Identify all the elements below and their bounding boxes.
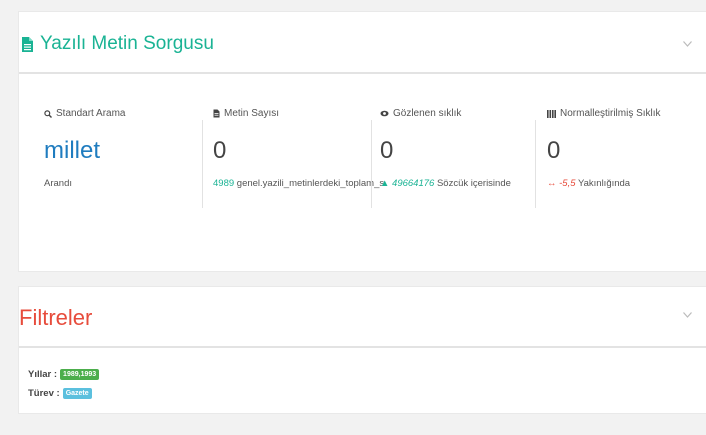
stat-observed-frequency: Gözlenen sıklık 0 ▲ 49664176 Sözcük içer…: [380, 108, 511, 208]
divider: [371, 120, 372, 208]
stat-foot: 4989 genel.yazili_metinlerdeki_toplam_s: [213, 178, 385, 189]
stat-foot: Arandı: [44, 178, 72, 189]
stat-foot: ▲ 49664176 Sözcük içerisinde: [380, 178, 511, 189]
filter-type-row: Türev : Gazete: [28, 388, 92, 399]
chevron-down-icon[interactable]: [683, 312, 692, 318]
stat-value: 0: [547, 137, 561, 164]
query-panel-title: Yazılı Metin Sorgusu: [21, 33, 214, 55]
filter-type-tag[interactable]: Gazete: [62, 388, 92, 399]
chevron-down-icon[interactable]: [683, 41, 692, 47]
divider: [202, 120, 203, 208]
eye-icon: [380, 110, 389, 117]
divider: [535, 120, 536, 208]
filter-type-label: Türev :: [28, 388, 60, 399]
stat-text-count: Metin Sayısı 0 4989 genel.yazili_metinle…: [213, 108, 384, 208]
stat-value: 0: [213, 137, 227, 164]
stat-label: Metin Sayısı: [213, 108, 384, 119]
query-panel: Yazılı Metin Sorgusu Standart Arama mill…: [19, 12, 706, 271]
stat-value: 0: [380, 137, 394, 164]
stat-label: Gözlenen sıklık: [380, 108, 511, 119]
search-term: millet: [44, 137, 101, 164]
arrows-horizontal-icon: ↔: [547, 178, 557, 189]
bars-icon: [547, 109, 556, 118]
filter-years-tag[interactable]: 1989,1993: [60, 369, 100, 380]
search-icon: [44, 109, 52, 118]
query-panel-header: Yazılı Metin Sorgusu: [19, 12, 706, 74]
stat-label: Normalleştirilmiş Sıklık: [547, 108, 661, 119]
filters-panel-title: Filtreler: [19, 305, 93, 330]
document-icon: [213, 109, 220, 118]
filter-years-label: Yıllar :: [28, 369, 58, 380]
stat-standard-search: Standart Arama millet Arandı: [44, 108, 125, 208]
stat-normalized-frequency: Normalleştirilmiş Sıklık 0 ↔ -5,5 Yakınl…: [547, 108, 661, 208]
stat-foot: ↔ -5,5 Yakınlığında: [547, 178, 631, 189]
stat-label: Standart Arama: [44, 108, 125, 119]
caret-up-icon: ▲: [380, 178, 390, 189]
file-icon: [21, 36, 34, 53]
filters-panel: Filtreler Yıllar : 1989,1993 Türev : Gaz…: [19, 287, 706, 413]
filter-years-row: Yıllar : 1989,1993: [28, 369, 100, 380]
filters-panel-header: Filtreler: [19, 287, 706, 348]
query-title-text: Yazılı Metin Sorgusu: [40, 33, 214, 54]
